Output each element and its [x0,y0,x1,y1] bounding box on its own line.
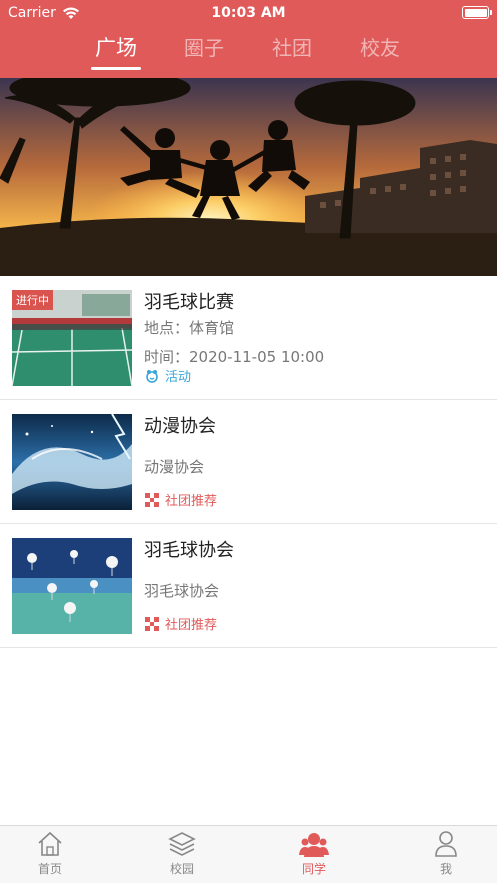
item-description: 动漫协会 [144,458,205,476]
app-header: Carrier 10:03 AM 广场 圈子 社团 校友 [0,0,497,78]
item-location: 地点：体育馆 [144,319,235,337]
item-tag-label: 社团推荐 [165,494,218,509]
activity-icon [146,369,158,383]
item-tag-label: 社团推荐 [165,618,218,633]
item-tag-label: 活动 [165,370,192,385]
item-tag: 社团推荐 [144,490,217,509]
layers-icon [168,832,196,856]
banner-image[interactable] [0,78,497,276]
item-title: 动漫协会 [144,416,216,437]
nav-classmates-label: 同学 [301,862,326,876]
badminton-court-thumbnail: 进行中 [12,290,132,386]
status-badge: 进行中 [12,290,53,310]
item-tag: 社团推荐 [144,614,217,633]
status-bar: Carrier 10:03 AM [0,0,497,26]
tab-alumni[interactable]: 校友 [345,32,415,61]
top-tab-bar: 广场 圈子 社团 校友 [0,32,497,72]
list-item-badminton-match[interactable]: 进行中 羽毛球比赛 地点：体育馆 时间：2020-11-05 10:00 活动 [0,276,497,400]
tab-circle[interactable]: 圈子 [169,32,239,61]
item-tag: 活动 [144,366,191,385]
nav-campus-label: 校园 [169,862,194,876]
tab-club[interactable]: 社团 [257,32,327,61]
nav-me[interactable]: 我 [416,830,476,877]
anime-club-thumbnail [12,414,132,510]
nav-home-label: 首页 [37,862,62,876]
bottom-tab-bar: 首页 校园 同学 我 [0,825,497,883]
item-title: 羽毛球协会 [144,540,234,561]
badminton-club-thumbnail [12,538,132,634]
clock: 10:03 AM [211,5,286,21]
item-time: 时间：2020-11-05 10:00 [144,348,325,366]
club-recommend-icon [145,616,159,631]
nav-me-label: 我 [439,862,452,876]
list-item-anime-club[interactable]: 动漫协会 动漫协会 社团推荐 [0,400,497,524]
content-list: 进行中 羽毛球比赛 地点：体育馆 时间：2020-11-05 10:00 活动 [0,276,497,648]
profile-icon [435,831,457,857]
list-item-badminton-club[interactable]: 羽毛球协会 羽毛球协会 社团推荐 [0,524,497,648]
battery-icon [462,6,492,19]
nav-home[interactable]: 首页 [20,830,80,877]
home-icon [38,831,62,856]
club-recommend-icon [145,492,159,507]
nav-campus[interactable]: 校园 [152,830,212,877]
classmates-icon [299,833,329,857]
nav-classmates[interactable]: 同学 [284,830,344,877]
item-description: 羽毛球协会 [144,582,220,600]
tab-plaza[interactable]: 广场 [81,32,151,70]
item-title: 羽毛球比赛 [144,292,234,313]
